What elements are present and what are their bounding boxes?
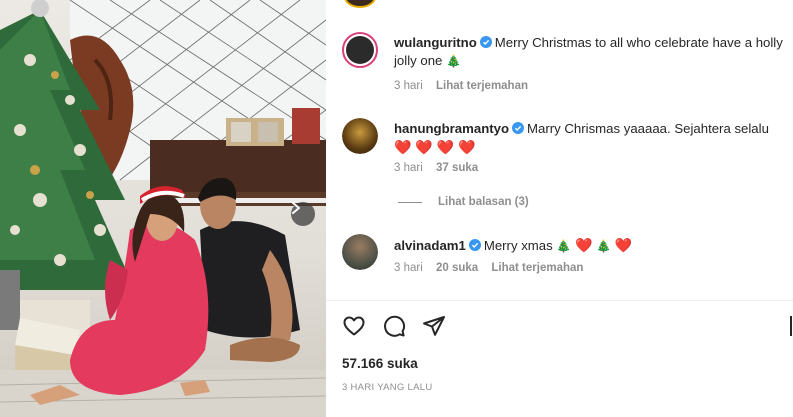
- translate-link[interactable]: Lihat terjemahan: [491, 262, 583, 274]
- verified-badge-icon: [468, 239, 481, 251]
- comment-likes[interactable]: 20 suka: [436, 262, 478, 274]
- tree-emoji: 🎄: [596, 239, 612, 253]
- post-actions: [342, 314, 446, 338]
- comment-username[interactable]: alvinadam1: [394, 238, 466, 253]
- comment-body: alvinadam1 Merry xmas 🎄 ❤️ 🎄 ❤️: [394, 236, 783, 255]
- comment-likes[interactable]: 37 suka: [436, 162, 478, 174]
- bookmark-icon[interactable]: [789, 314, 793, 338]
- comment-time: 3 hari: [394, 262, 423, 274]
- verified-badge-icon: [512, 122, 525, 134]
- heart-emoji: ❤️: [614, 237, 633, 253]
- avatar[interactable]: [342, 234, 378, 270]
- verified-badge-icon: [479, 36, 492, 48]
- avatar[interactable]: [344, 0, 376, 8]
- tree-emoji: 🎄: [556, 239, 572, 253]
- next-photo-button[interactable]: [291, 202, 315, 226]
- view-replies-button[interactable]: Lihat balasan (3): [398, 196, 529, 208]
- comment-time: 3 hari: [394, 80, 423, 92]
- avatar[interactable]: [342, 32, 378, 68]
- send-icon[interactable]: [422, 314, 446, 338]
- comments-panel: wulanguritno Merry Christmas to all who c…: [326, 0, 793, 417]
- comment-text: Marry Chrismas yaaaaa. Sejahtera selalu: [527, 121, 769, 136]
- avatar-image: [346, 36, 374, 64]
- comment-meta: 3 hari Lihat terjemahan: [394, 80, 538, 92]
- heart-emoji: ❤️ ❤️ ❤️ ❤️: [394, 139, 476, 155]
- comment-time: 3 hari: [394, 162, 423, 174]
- comment-icon[interactable]: [382, 314, 406, 338]
- translate-link[interactable]: Lihat terjemahan: [436, 80, 528, 92]
- likes-count[interactable]: 57.166 suka: [342, 356, 418, 371]
- section-divider: [326, 300, 793, 301]
- view-replies-label: Lihat balasan (3): [438, 196, 529, 208]
- heart-emoji: ❤️: [575, 237, 593, 253]
- comment-username[interactable]: hanungbramantyo: [394, 121, 509, 136]
- comment-meta: 3 hari 20 suka Lihat terjemahan: [394, 262, 593, 274]
- avatar-image: [342, 118, 378, 154]
- comment-text: Merry xmas: [483, 238, 553, 253]
- avatar-image: [342, 234, 378, 270]
- heart-icon[interactable]: [342, 314, 366, 338]
- replies-divider: [398, 201, 422, 203]
- post-date: 3 HARI YANG LALU: [342, 382, 433, 393]
- comment-username[interactable]: wulanguritno: [394, 35, 477, 50]
- comment-body: hanungbramantyo Marry Chrismas yaaaaa. Se…: [394, 120, 783, 157]
- chevron-right-icon: [292, 202, 300, 214]
- avatar[interactable]: [342, 118, 378, 154]
- tree-emoji: 🎄: [446, 54, 462, 68]
- post-photo: [0, 0, 326, 417]
- comment-body: wulanguritno Merry Christmas to all who c…: [394, 34, 783, 70]
- comment-meta: 3 hari 37 suka: [394, 162, 488, 174]
- photo-illustration: [0, 0, 326, 417]
